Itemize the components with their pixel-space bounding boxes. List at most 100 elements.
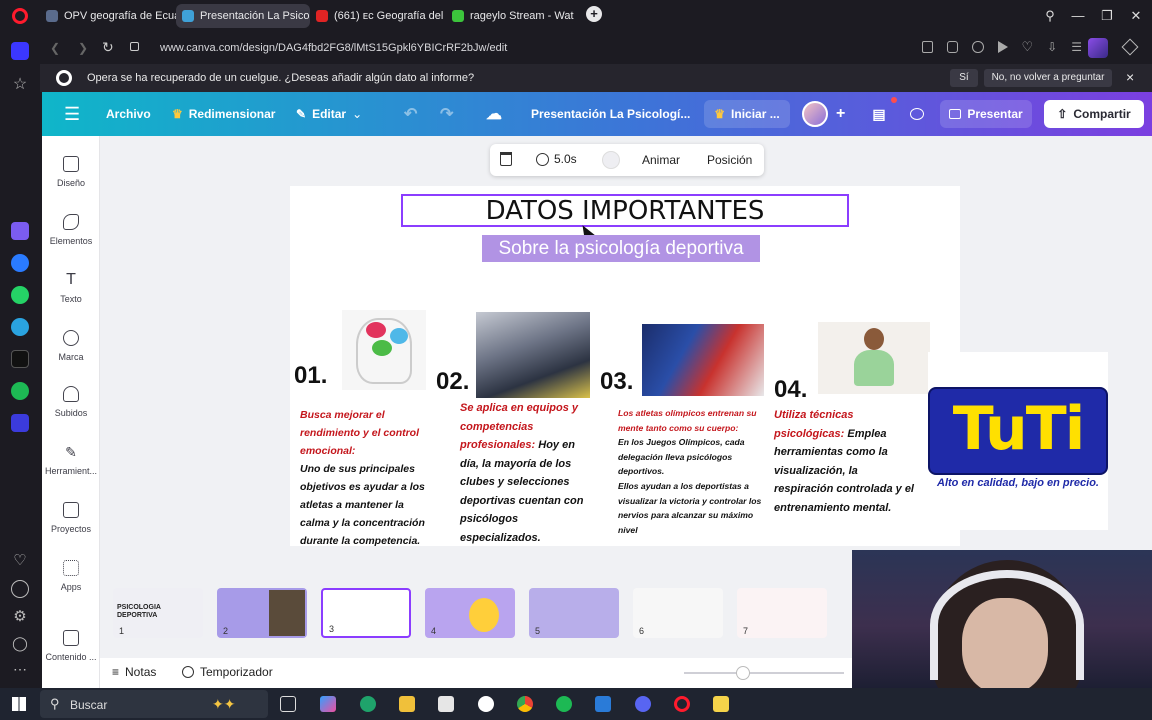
player-icon[interactable] — [997, 41, 1008, 53]
profile-avatar[interactable] — [1088, 38, 1108, 58]
browser-tab-active[interactable]: Presentación La Psicología — [176, 4, 310, 28]
notice-close-icon[interactable]: × — [1126, 69, 1134, 85]
undo-icon[interactable]: ↶ — [404, 92, 417, 136]
slide-thumbnail[interactable]: 6 — [633, 588, 723, 638]
timer-button[interactable]: Temporizador — [182, 665, 273, 679]
opera-taskbar-icon[interactable] — [674, 696, 690, 712]
spotify-icon[interactable] — [556, 696, 572, 712]
heart-icon[interactable]: ♡ — [1022, 40, 1034, 55]
browser-tab[interactable]: OPV geografía de Ecuador — [40, 4, 176, 28]
sidebar-item-elements[interactable]: Elementos — [42, 214, 100, 270]
slide-thumbnail-selected[interactable]: 3 — [321, 588, 411, 638]
sidebar-item-content[interactable]: Contenido ... — [42, 630, 100, 686]
camera-icon[interactable] — [947, 41, 959, 53]
forward-icon[interactable]: ❯ — [78, 41, 88, 55]
browser-tab[interactable]: (661) ᴇc Geografía del Ecu — [310, 4, 444, 28]
sidebar-item-apps[interactable]: Apps — [42, 560, 100, 616]
more-icon[interactable]: ⋯ — [11, 660, 29, 678]
trash-icon[interactable] — [500, 152, 512, 166]
aria-icon[interactable] — [11, 222, 29, 240]
start-button[interactable]: ♛ Iniciar ... — [704, 100, 790, 128]
item-number[interactable]: 04. — [774, 376, 807, 404]
download-icon[interactable]: ⇩ — [1047, 41, 1057, 55]
star-icon[interactable]: ☆ — [11, 76, 29, 94]
item-text-block[interactable]: Los atletas olímpicos entrenan su mente … — [618, 406, 762, 537]
notes-app-icon[interactable] — [713, 696, 729, 712]
chrome-icon[interactable] — [517, 696, 533, 712]
item-text-block[interactable]: Utiliza técnicas psicológicas: Emplea he… — [774, 406, 914, 517]
hamburger-icon[interactable]: ☰ — [64, 92, 80, 136]
cyclists-image[interactable] — [476, 312, 590, 398]
slide-subtitle[interactable]: Sobre la psicología deportiva — [482, 235, 760, 262]
sidebar-item-design[interactable]: Diseño — [42, 156, 100, 212]
notice-yes-button[interactable]: Sí — [950, 69, 978, 87]
tuti-logo[interactable]: TuTi Alto en calidad, bajo en precio. — [928, 352, 1108, 530]
menu-icon[interactable]: ☰ — [1071, 41, 1082, 55]
notice-no-button[interactable]: No, no volver a preguntar — [984, 69, 1112, 87]
item-text-block[interactable]: Busca mejorar el rendimiento y el contro… — [300, 406, 434, 550]
collaborator-avatar[interactable] — [802, 101, 828, 127]
duration-button[interactable]: 5.0s — [536, 152, 577, 166]
comments-button[interactable] — [902, 100, 932, 128]
restore-icon[interactable]: ❐ — [1097, 6, 1117, 26]
home-icon[interactable] — [11, 42, 29, 60]
tips-icon[interactable]: ◯ — [11, 634, 29, 652]
slide-thumbnail[interactable]: 7 — [737, 588, 827, 638]
url-field[interactable]: www.canva.com/design/DAG4fbd2FG8/lMtS15G… — [160, 37, 940, 59]
settings-icon[interactable]: ⚙ — [11, 608, 29, 626]
document-title[interactable]: Presentación La Psicologí... — [531, 92, 690, 136]
meditation-image[interactable] — [818, 322, 930, 394]
notes-button[interactable]: ≡ Notas — [112, 665, 156, 679]
adblock-icon[interactable] — [972, 41, 984, 53]
present-button[interactable]: Presentar — [940, 100, 1032, 128]
sidebar-item-text[interactable]: T Texto — [42, 272, 100, 328]
add-collaborator-icon[interactable]: + — [836, 92, 845, 136]
zoom-slider-handle[interactable] — [736, 666, 750, 680]
item-number[interactable]: 03. — [600, 368, 633, 396]
tiktok-icon[interactable] — [11, 350, 29, 368]
extensions-icon[interactable] — [1121, 38, 1139, 56]
item-number[interactable]: 02. — [436, 368, 469, 396]
discord-icon[interactable] — [635, 696, 651, 712]
windows-start-icon[interactable] — [12, 697, 26, 711]
file-explorer-icon[interactable] — [399, 696, 415, 712]
player-sidebar-icon[interactable] — [11, 414, 29, 432]
zoom-slider-track[interactable] — [684, 672, 844, 674]
reload-icon[interactable]: ↻ — [102, 39, 114, 56]
analytics-button[interactable]: ▤ — [864, 100, 894, 128]
back-icon[interactable]: ❮ — [50, 41, 60, 55]
heart-sidebar-icon[interactable]: ♡ — [11, 552, 29, 570]
store-icon[interactable] — [438, 696, 454, 712]
search-icon[interactable]: ⚲ — [1040, 6, 1060, 26]
file-menu[interactable]: Archivo — [106, 92, 151, 136]
cloud-saved-icon[interactable]: ☁ — [486, 92, 502, 136]
screenshot-icon[interactable] — [922, 41, 934, 53]
slide-thumbnail[interactable]: 4 — [425, 588, 515, 638]
edit-menu[interactable]: ✎ Editar ⌄ — [296, 92, 362, 136]
item-text-block[interactable]: Se aplica en equipos y competencias prof… — [460, 399, 596, 547]
animate-button[interactable]: Animar — [642, 153, 680, 167]
slide-thumbnail[interactable]: 5 — [529, 588, 619, 638]
close-window-icon[interactable]: ✕ — [1126, 6, 1146, 26]
browser-tab[interactable]: rageylo Stream - Wat — [446, 4, 580, 28]
spotify-icon[interactable] — [11, 382, 29, 400]
position-button[interactable]: Posición — [707, 153, 752, 167]
resize-button[interactable]: ♛ Redimensionar — [172, 92, 275, 136]
sidebar-item-projects[interactable]: Proyectos — [42, 502, 100, 558]
minimize-icon[interactable]: — — [1068, 6, 1088, 26]
slide-thumbnail[interactable]: 2 — [217, 588, 307, 638]
slide-title[interactable]: DATOS IMPORTANTES — [401, 196, 849, 226]
slide-canvas[interactable]: DATOS IMPORTANTES Sobre la psicología de… — [290, 186, 960, 547]
sidebar-item-tools[interactable]: ✎ Herramient... — [42, 444, 100, 500]
new-tab-button[interactable]: + — [586, 6, 602, 22]
opera-logo-icon[interactable] — [12, 8, 28, 24]
telegram-icon[interactable] — [11, 318, 29, 336]
github-icon[interactable] — [478, 696, 494, 712]
taskbar-search-box[interactable]: ⚲ Buscar ✦✦ — [40, 690, 268, 718]
edge-icon[interactable] — [360, 696, 376, 712]
messenger-icon[interactable] — [11, 254, 29, 272]
copilot-icon[interactable] — [320, 696, 336, 712]
history-icon[interactable] — [11, 580, 29, 598]
slide-thumbnail[interactable]: PSICOLOGIA DEPORTIVA 1 — [113, 588, 203, 638]
color-swatch[interactable] — [602, 151, 620, 169]
